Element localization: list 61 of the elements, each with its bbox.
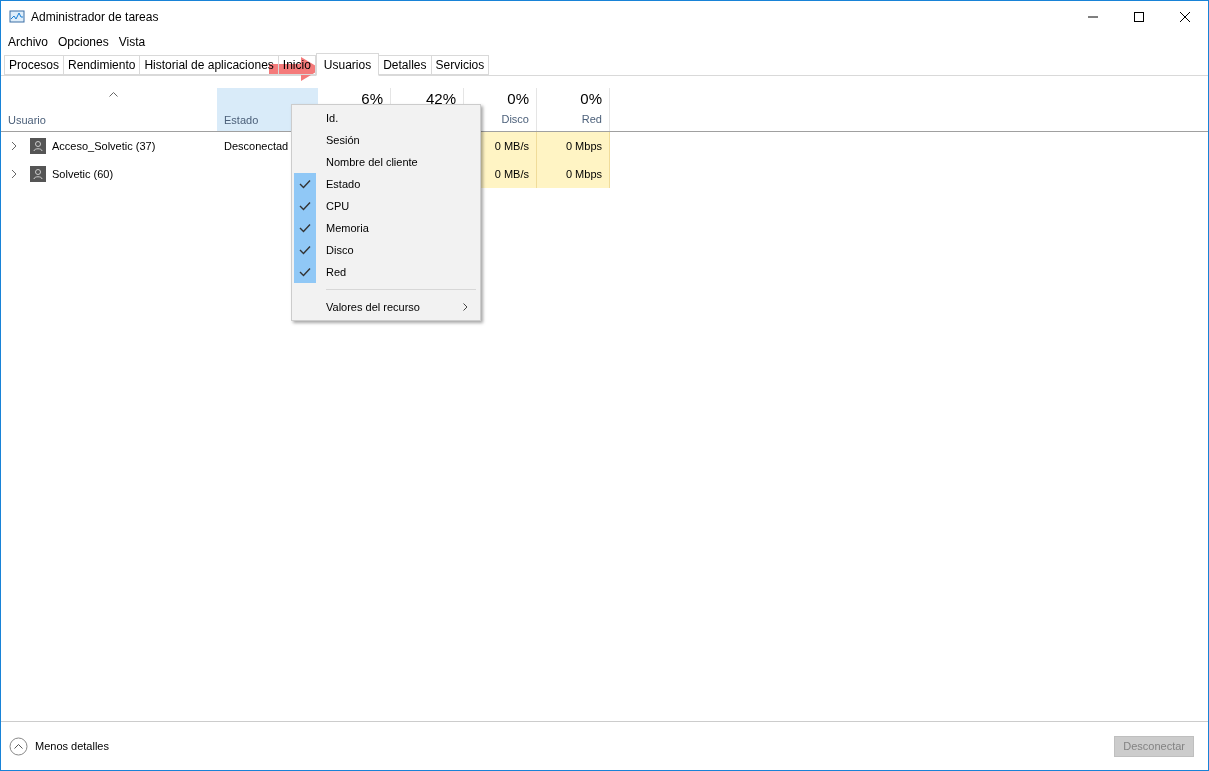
network-cell-text: 0 Mbps bbox=[565, 166, 602, 182]
column-label: Estado bbox=[224, 112, 259, 128]
disk-cell-text: 0 MB/s bbox=[494, 138, 529, 154]
menu-option-label: Id. bbox=[326, 110, 339, 126]
menu-option-label: Nombre del cliente bbox=[326, 154, 418, 170]
close-icon bbox=[1180, 11, 1190, 22]
column-header[interactable]: 0% Red bbox=[537, 88, 610, 131]
menu-option[interactable]: Disco bbox=[292, 239, 480, 261]
column-header[interactable]: Usuario bbox=[1, 88, 217, 131]
menu-item[interactable]: Vista bbox=[113, 32, 151, 51]
tab[interactable]: Inicio bbox=[277, 55, 316, 75]
disk-cell-text: 0 MB/s bbox=[494, 166, 529, 182]
menu-option[interactable]: Sesión bbox=[292, 129, 480, 151]
tab[interactable]: Usuarios bbox=[315, 53, 380, 76]
menu-option-label: CPU bbox=[326, 198, 350, 214]
collapse-icon bbox=[9, 736, 28, 756]
chevron-right-icon bbox=[463, 303, 468, 311]
menu-option[interactable]: Nombre del cliente bbox=[292, 151, 480, 173]
menu-option[interactable]: CPU bbox=[292, 195, 480, 217]
checkmark-icon bbox=[299, 179, 311, 189]
tab[interactable]: Historial de aplicaciones bbox=[139, 55, 279, 75]
app-icon bbox=[9, 8, 25, 25]
maximize-icon bbox=[1134, 11, 1144, 22]
user-icon bbox=[30, 138, 46, 154]
percent-value: 0% bbox=[507, 90, 529, 108]
tab[interactable]: Detalles bbox=[378, 55, 432, 75]
menu-option[interactable]: Memoria bbox=[292, 217, 480, 239]
checkmark-icon bbox=[299, 267, 311, 277]
tab[interactable]: Servicios bbox=[430, 55, 490, 75]
column-label: Red bbox=[581, 112, 602, 127]
menu-option-label: Valores del recurso bbox=[326, 299, 420, 315]
user-icon bbox=[30, 166, 46, 182]
menu-option-label: Memoria bbox=[326, 220, 369, 236]
percent-value: 6% bbox=[361, 90, 383, 108]
menu-option[interactable]: Estado bbox=[292, 173, 480, 195]
percent-value: 42% bbox=[425, 90, 456, 108]
column-label: Disco bbox=[501, 112, 529, 127]
window-title: Administrador de tareas bbox=[31, 8, 159, 26]
menu-option-label: Red bbox=[326, 264, 347, 280]
submenu-item[interactable]: Valores del recurso bbox=[292, 296, 480, 318]
menu-item[interactable]: Opciones bbox=[53, 32, 114, 51]
checkmark-icon bbox=[299, 223, 311, 233]
tab[interactable]: Rendimiento bbox=[63, 55, 141, 75]
sort-caret-icon bbox=[109, 92, 118, 97]
menu-option-label: Estado bbox=[326, 176, 361, 192]
percent-value: 0% bbox=[580, 90, 602, 108]
user-name: Solvetic (60) bbox=[52, 166, 114, 182]
network-cell-text: 0 Mbps bbox=[565, 138, 602, 154]
menu-option[interactable]: Red bbox=[292, 261, 480, 283]
expand-chevron-icon[interactable] bbox=[11, 141, 17, 151]
checkmark-icon bbox=[299, 245, 311, 255]
expand-chevron-icon[interactable] bbox=[11, 169, 17, 179]
checkmark-icon bbox=[299, 201, 311, 211]
column-label: Usuario bbox=[8, 112, 46, 128]
menu-item[interactable]: Archivo bbox=[3, 32, 53, 51]
menu-option-label: Sesión bbox=[326, 132, 360, 148]
user-name: Acceso_Solvetic (37) bbox=[52, 138, 156, 154]
status-cell-text: Desconectad bbox=[224, 138, 289, 154]
less-details-button[interactable]: Menos detalles bbox=[9, 736, 109, 756]
menu-option-label: Disco bbox=[326, 242, 354, 258]
tab[interactable]: Procesos bbox=[4, 55, 65, 75]
